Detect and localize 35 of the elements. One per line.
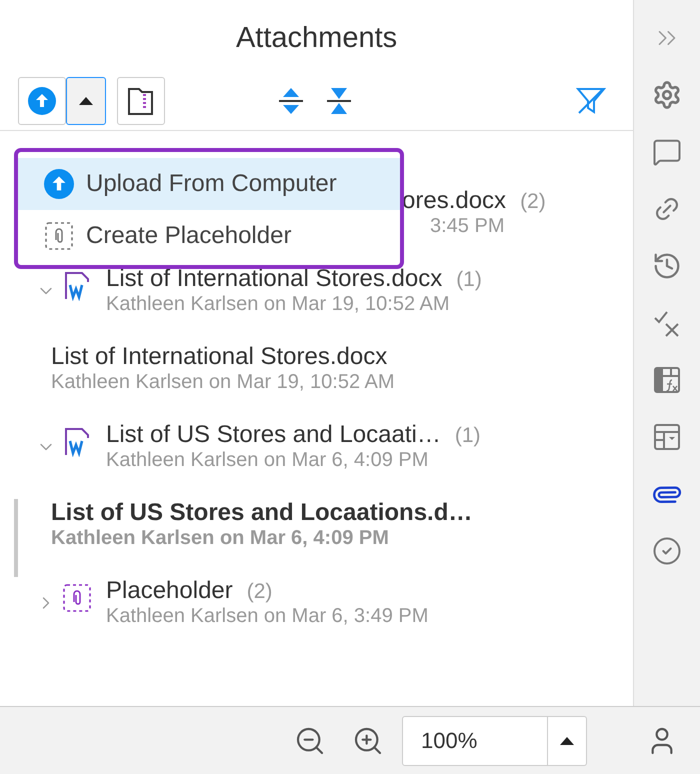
panel-title: Attachments xyxy=(234,21,398,56)
attachment-title: List of International Stores.docx xyxy=(51,343,388,371)
attachment-version-row[interactable]: List of International Stores.docx Kathleen Karlsen on Mar 19, 10:52 AM xyxy=(14,343,634,421)
attachment-meta: 3:45 PM xyxy=(429,215,506,238)
attachment-title: List of International Stores.docx xyxy=(106,265,442,293)
upload-menu-button[interactable] xyxy=(66,77,106,125)
version-count: (1) xyxy=(454,424,481,448)
folder-button[interactable] xyxy=(117,77,165,125)
zip-folder-icon xyxy=(126,85,156,117)
upload-icon xyxy=(44,169,74,199)
caret-icon xyxy=(560,736,574,744)
filter-off-button[interactable] xyxy=(575,86,608,116)
caret-icon xyxy=(79,97,93,105)
upload-icon xyxy=(28,87,56,115)
attachment-meta: Kathleen Karlsen on Mar 19, 10:52 AM xyxy=(106,293,451,316)
attachment-meta: Kathleen Karlsen on Mar 6, 4:09 PM xyxy=(106,449,430,472)
collapse-all-button[interactable] xyxy=(325,86,353,116)
expand-all-button[interactable] xyxy=(277,86,305,116)
version-count: (1) xyxy=(456,268,482,292)
attachment-meta: Kathleen Karlsen on Mar 6, 3:49 PM xyxy=(106,605,428,628)
attachment-meta: Kathleen Karlsen on Mar 6, 4:09 PM xyxy=(51,527,390,550)
placeholder-icon xyxy=(44,221,74,251)
attachment-title: ores.docx xyxy=(402,187,506,215)
version-count: (2) xyxy=(520,190,546,214)
menu-item[interactable]: Upload From Computer xyxy=(18,158,400,210)
attachment-meta: Kathleen Karlsen on Mar 19, 10:52 AM xyxy=(51,371,395,394)
zoom-field[interactable]: 100% xyxy=(402,716,548,766)
attachment-title: List of US Stores and Locaati… xyxy=(106,421,441,449)
attachment-title: Placeholder xyxy=(106,577,233,605)
placeholder-icon xyxy=(62,583,92,613)
zoom-dropdown-button[interactable] xyxy=(548,716,587,766)
version-count: (2) xyxy=(246,580,272,604)
word-document-icon xyxy=(62,427,92,457)
word-document-icon xyxy=(62,271,92,301)
attachment-title: List of US Stores and Locaations.d… xyxy=(51,499,472,527)
